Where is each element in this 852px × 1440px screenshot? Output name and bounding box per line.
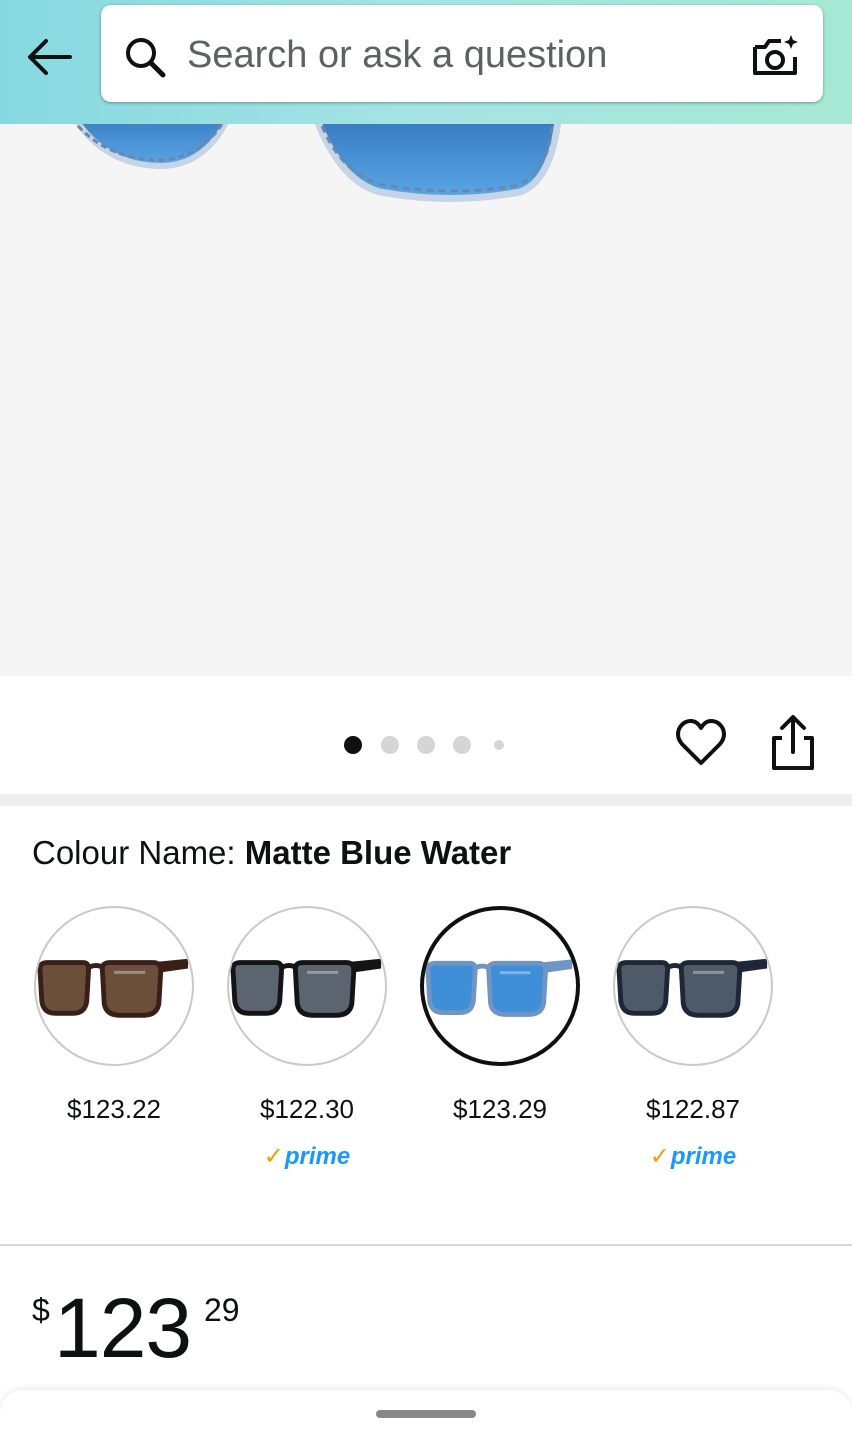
search-icon bbox=[126, 38, 166, 78]
search-input[interactable] bbox=[187, 25, 747, 85]
price-fraction: 29 bbox=[204, 1292, 240, 1328]
prime-check-icon: ✓ bbox=[649, 1143, 670, 1170]
swatch-price: $122.30 bbox=[260, 1094, 354, 1124]
colour-swatch[interactable] bbox=[34, 906, 194, 1066]
sunglasses-thumbnail bbox=[616, 958, 768, 1018]
prime-check-icon: ✓ bbox=[263, 1143, 284, 1170]
section-divider bbox=[0, 1244, 852, 1246]
price-whole: 123 bbox=[54, 1281, 192, 1375]
share-icon[interactable] bbox=[768, 714, 818, 772]
sunglasses-thumbnail bbox=[425, 959, 573, 1017]
prime-badge: ✓prime bbox=[613, 1142, 773, 1171]
back-button[interactable] bbox=[20, 30, 80, 84]
gallery-controls bbox=[0, 676, 852, 794]
prime-badge-text: prime bbox=[284, 1143, 351, 1170]
price-currency-symbol: $ bbox=[32, 1292, 50, 1328]
swatch-price: $123.29 bbox=[453, 1094, 547, 1124]
product-page: Colour Name: Matte Blue Water $123.22 $1… bbox=[0, 0, 852, 1440]
arrow-left-icon bbox=[28, 39, 72, 75]
colour-label-prefix: Colour Name: bbox=[32, 834, 245, 871]
colour-name-label: Colour Name: Matte Blue Water bbox=[32, 834, 511, 872]
carousel-dot[interactable] bbox=[417, 736, 435, 754]
carousel-dot[interactable] bbox=[344, 736, 362, 754]
prime-badge-text: prime bbox=[670, 1143, 737, 1170]
colour-swatch[interactable] bbox=[420, 906, 580, 1066]
carousel-dot[interactable] bbox=[381, 736, 399, 754]
prime-badge: ✓prime bbox=[227, 1142, 387, 1171]
carousel-dot[interactable] bbox=[494, 740, 504, 750]
heart-icon[interactable] bbox=[674, 716, 728, 770]
app-header bbox=[0, 0, 852, 124]
colour-swatch[interactable] bbox=[613, 906, 773, 1066]
search-bar[interactable] bbox=[101, 5, 823, 102]
section-divider bbox=[0, 794, 852, 806]
carousel-dot[interactable] bbox=[453, 736, 471, 754]
swatch-price: $123.22 bbox=[67, 1094, 161, 1124]
colour-selected-name: Matte Blue Water bbox=[244, 834, 512, 871]
bottom-sheet bbox=[0, 1390, 852, 1440]
sunglasses-thumbnail bbox=[230, 958, 382, 1018]
colour-swatch[interactable] bbox=[227, 906, 387, 1066]
swatch-price: $122.87 bbox=[646, 1094, 740, 1124]
sunglasses-thumbnail bbox=[37, 958, 189, 1018]
camera-sparkle-icon[interactable] bbox=[751, 33, 801, 79]
bottom-sheet-handle[interactable] bbox=[376, 1410, 476, 1418]
